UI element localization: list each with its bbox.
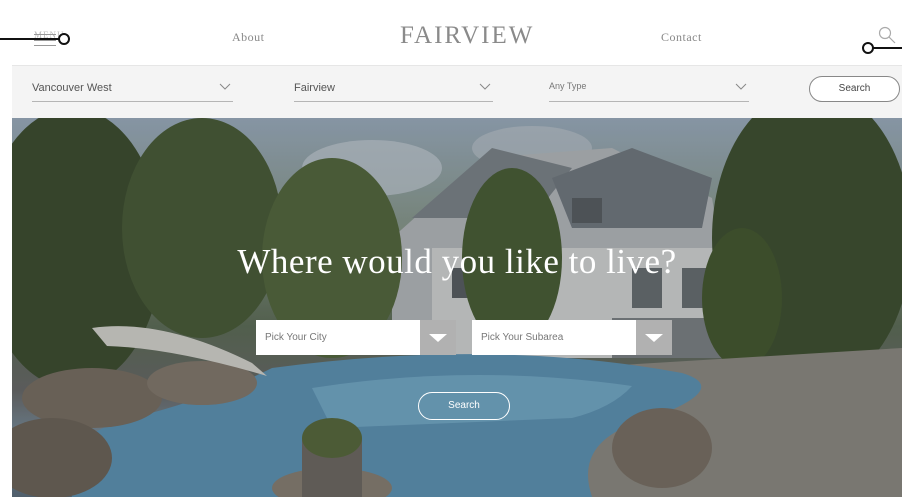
chevron-down-icon [219,83,231,90]
hero-title: Where would you like to live? [237,242,677,281]
nav-contact-link[interactable]: Contact [661,30,702,45]
subarea-select[interactable]: Fairview [294,78,493,102]
chevron-down-icon [735,83,747,90]
region-select[interactable]: Vancouver West [32,78,233,102]
subarea-value: Fairview [294,82,335,94]
region-value: Vancouver West [32,82,112,94]
type-value: Any Type [549,81,587,91]
city-placeholder: Pick Your City [265,332,327,343]
brand-logo[interactable]: FAIRVIEW [400,22,534,50]
hero-section: Where would you like to live? Pick Your … [12,118,902,497]
subarea-hero-select[interactable]: Pick Your Subarea [472,320,672,355]
hero-search-button[interactable]: Search [418,392,510,420]
filter-bar: Vancouver West Fairview Any Type Search [12,66,902,118]
city-select[interactable]: Pick Your City [256,320,456,355]
filter-search-button[interactable]: Search [809,76,900,102]
hero-overlay [12,118,902,497]
type-select[interactable]: Any Type [549,78,749,102]
subarea-placeholder: Pick Your Subarea [481,332,564,343]
chevron-down-icon [479,83,491,90]
chevron-down-icon[interactable] [636,320,672,355]
callout-marker-left [0,33,70,45]
callout-marker-right [862,42,902,54]
site-header: MENU About FAIRVIEW Contact [12,0,902,66]
chevron-down-icon[interactable] [420,320,456,355]
nav-about-link[interactable]: About [232,30,265,45]
